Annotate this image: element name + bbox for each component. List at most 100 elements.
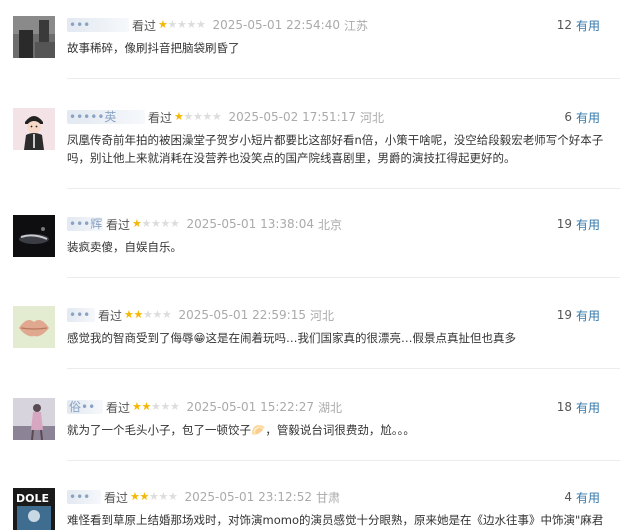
watch-status: 看过: [148, 110, 173, 125]
watch-status: 看过: [98, 308, 123, 323]
star-empty-icon: ★: [160, 400, 171, 413]
comment-location: 河北: [359, 110, 384, 125]
useful-button[interactable]: 有用: [576, 489, 600, 506]
username-link[interactable]: •••: [67, 18, 129, 32]
useful-count: 12: [556, 18, 572, 32]
star-empty-icon: ★: [170, 400, 180, 413]
comment-text: 感觉我的智商受到了侮辱😁这是在闹着玩吗…我们国家真的很漂亮…假景点真扯但也真多: [67, 331, 516, 345]
username-link[interactable]: •••辉: [67, 217, 103, 231]
star-empty-icon: ★: [202, 110, 213, 123]
comment-location: 甘肃: [315, 490, 340, 505]
dark-figure-avatar-icon: [13, 16, 55, 58]
star-filled-icon: ★: [130, 490, 140, 503]
useful-vote: 19 有用: [557, 306, 600, 324]
useful-button[interactable]: 有用: [576, 216, 600, 233]
watch-status: 看过: [104, 490, 129, 505]
night-scene-avatar-icon: [13, 215, 55, 257]
avatar[interactable]: [13, 398, 55, 440]
useful-vote: 19 有用: [557, 215, 600, 233]
star-empty-icon: ★: [141, 217, 152, 230]
username-link[interactable]: •••: [67, 308, 95, 322]
useful-vote: 12 有用: [557, 16, 600, 34]
star-filled-icon: ★: [124, 308, 134, 321]
comment-text: 故事稀碎，像刷抖音把脑袋刷昏了: [67, 41, 240, 55]
star-empty-icon: ★: [149, 490, 159, 503]
divider: [67, 460, 620, 461]
star-empty-icon: ★: [160, 217, 171, 230]
star-empty-icon: ★: [212, 110, 222, 123]
comment-time: 2025-05-01 13:38:04: [186, 217, 314, 231]
comment-text: 难怪看到草原上结婚那场戏时，对饰演momo的演员感觉十分眼熟，原来她是在《边水往…: [67, 513, 604, 527]
star-empty-icon: ★: [168, 490, 178, 503]
avatar[interactable]: [13, 215, 55, 257]
watch-status: 看过: [106, 217, 131, 232]
star-empty-icon: ★: [167, 18, 178, 31]
comment-location: 河北: [309, 308, 334, 323]
avatar[interactable]: [13, 306, 55, 348]
star-empty-icon: ★: [152, 308, 163, 321]
comment-time: 2025-05-01 22:59:15: [178, 308, 306, 322]
avatar[interactable]: [13, 108, 55, 150]
star-filled-icon: ★: [141, 400, 152, 413]
star-filled-icon: ★: [158, 18, 168, 31]
watch-status: 看过: [132, 18, 157, 33]
username-link[interactable]: •••: [67, 490, 101, 504]
comment-meta: ••• 看过 ★ ★ ★ ★ ★ 2025-05-01 22:54:40 江苏: [67, 16, 368, 34]
star-empty-icon: ★: [193, 110, 203, 123]
cartoon-character-avatar-icon: [13, 108, 55, 150]
useful-vote: 6 有用: [564, 108, 600, 126]
useful-vote: 18 有用: [557, 398, 600, 416]
comment-text: 就为了一个毛头小子，包了一顿饺子🥟，管毅说台词很费劲，尬。。。: [67, 423, 415, 437]
comment-time: 2025-05-01 23:12:52: [184, 490, 312, 504]
comment-location: 江苏: [343, 18, 368, 33]
comment-meta: ••• 看过 ★ ★ ★ ★ ★ 2025-05-01 22:59:15 河北: [67, 306, 334, 324]
poster-avatar-icon: DOLE: [13, 488, 55, 530]
comment-text: 凤凰传奇前年拍的被困澡堂子贺岁小短片都要比这部好看n倍，小策干啥呢，没空给段毅宏…: [67, 133, 604, 165]
comment-location: 湖北: [317, 400, 342, 415]
comment-meta: •••辉 看过 ★ ★ ★ ★ ★ 2025-05-01 13:38:04 北京: [67, 215, 342, 233]
username-link[interactable]: •••••英: [67, 110, 145, 124]
star-empty-icon: ★: [151, 217, 161, 230]
useful-count: 18: [556, 400, 572, 414]
useful-count: 19: [556, 217, 572, 231]
star-empty-icon: ★: [186, 18, 197, 31]
star-filled-icon: ★: [132, 217, 142, 230]
useful-count: 6: [564, 110, 572, 124]
star-empty-icon: ★: [196, 18, 206, 31]
username-link[interactable]: 俗••: [67, 400, 103, 414]
rating-stars: ★ ★ ★ ★ ★: [132, 401, 180, 413]
avatar[interactable]: DOLE: [13, 488, 55, 530]
rating-stars: ★ ★ ★ ★ ★: [174, 111, 222, 123]
useful-button[interactable]: 有用: [576, 399, 600, 416]
svg-text:DOLE: DOLE: [16, 492, 49, 505]
useful-button[interactable]: 有用: [576, 17, 600, 34]
useful-button[interactable]: 有用: [576, 307, 600, 324]
girl-photo-avatar-icon: [13, 398, 55, 440]
comment-meta: 俗•• 看过 ★ ★ ★ ★ ★ 2025-05-01 15:22:27 湖北: [67, 398, 342, 416]
comment-text: 装疯卖傻，自娱自乐。: [67, 240, 182, 254]
avatar[interactable]: [13, 16, 55, 58]
comment-meta: ••• 看过 ★ ★ ★ ★ ★ 2025-05-01 23:12:52 甘肃: [67, 488, 340, 506]
divider: [67, 188, 620, 189]
comment-time: 2025-05-01 15:22:27: [186, 400, 314, 414]
star-empty-icon: ★: [162, 308, 172, 321]
comment-time: 2025-05-02 17:51:17: [228, 110, 356, 124]
star-empty-icon: ★: [183, 110, 194, 123]
divider: [67, 368, 620, 369]
star-filled-icon: ★: [174, 110, 184, 123]
star-filled-icon: ★: [139, 490, 150, 503]
rating-stars: ★ ★ ★ ★ ★: [124, 309, 172, 321]
comment-location: 北京: [317, 217, 342, 232]
comment-time: 2025-05-01 22:54:40: [212, 18, 340, 32]
rating-stars: ★ ★ ★ ★ ★: [130, 491, 178, 503]
divider: [67, 78, 620, 79]
lips-avatar-icon: [13, 306, 55, 348]
star-filled-icon: ★: [132, 400, 142, 413]
star-empty-icon: ★: [170, 217, 180, 230]
useful-button[interactable]: 有用: [576, 109, 600, 126]
rating-stars: ★ ★ ★ ★ ★: [132, 218, 180, 230]
star-empty-icon: ★: [158, 490, 169, 503]
useful-count: 4: [564, 490, 572, 504]
star-filled-icon: ★: [133, 308, 144, 321]
divider: [67, 277, 620, 278]
